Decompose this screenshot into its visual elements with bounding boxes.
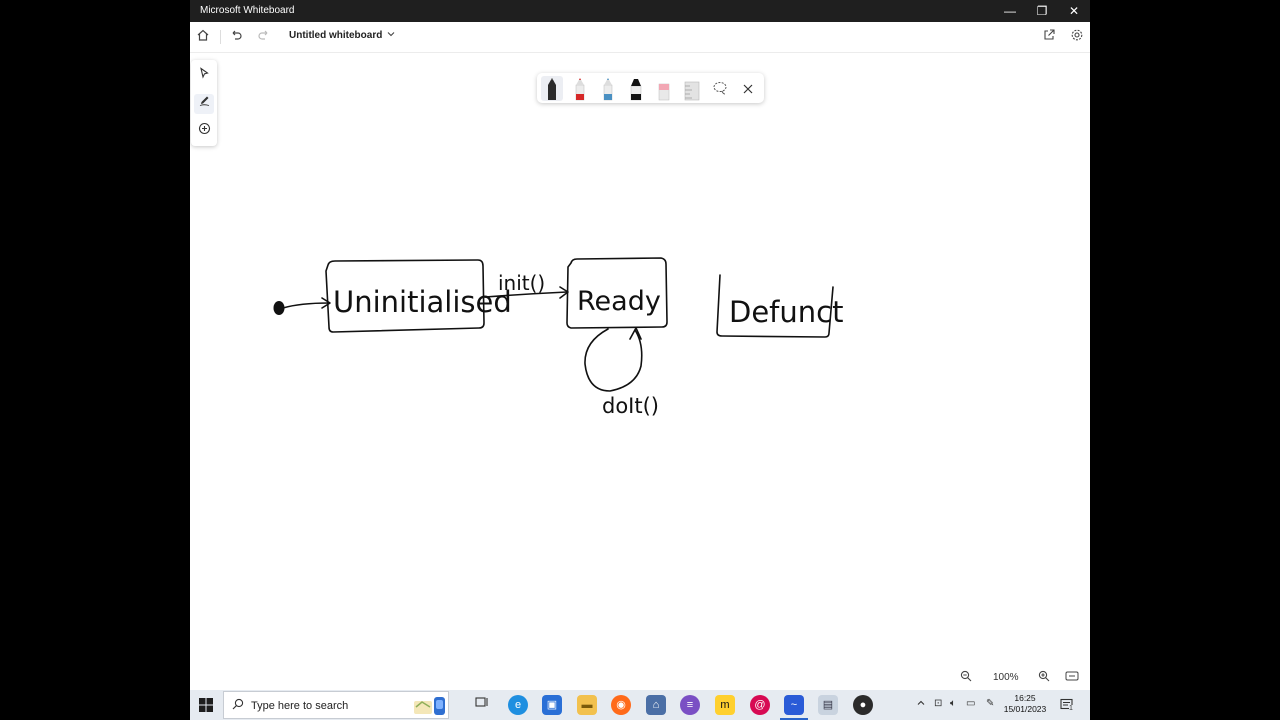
undo-icon[interactable] [227,28,245,46]
whiteboard-app-icon[interactable]: ~ [784,695,804,715]
firefox-icon[interactable]: ◉ [611,695,631,715]
pen-workspace-icon[interactable]: ✎ [986,698,994,709]
zoom-level[interactable]: 100% [993,672,1019,683]
redo-icon[interactable] [255,28,273,46]
connect-app-icon[interactable]: ⌂ [646,695,666,715]
network-icon[interactable]: ⊡ [934,698,942,709]
store-icon[interactable]: ▣ [542,695,562,715]
state-defunct[interactable]: Defunct [716,274,843,338]
whiteboard-canvas[interactable]: Uninitialised init() Ready doIt() Defunc… [190,52,1090,690]
state-label: Ready [577,286,661,317]
command-bar: Untitled whiteboard [190,22,1090,53]
transition-doit-self-loop[interactable]: doIt() [584,327,659,418]
miro-icon[interactable]: m [715,695,735,715]
chevron-down-icon[interactable] [386,29,396,42]
edge-browser-icon[interactable]: e [508,695,528,715]
fit-to-screen-icon[interactable] [1064,670,1080,686]
state-ready[interactable]: Ready [566,257,668,329]
title-bar: Microsoft Whiteboard — ❐ ✕ [190,0,1090,22]
initial-transition-arrow[interactable] [282,297,331,309]
obs-studio-icon[interactable]: ● [853,695,873,715]
task-view-icon[interactable] [472,695,492,715]
clock-time: 16:25 [1014,693,1036,703]
eclipse-icon[interactable]: ≡ [680,695,700,715]
state-label: Uninitialised [333,285,512,319]
window-title: Microsoft Whiteboard [200,5,295,16]
whiteboard-window: Microsoft Whiteboard — ❐ ✕ Untitled whit… [190,0,1090,720]
minimize-button[interactable]: — [994,0,1026,22]
share-icon[interactable] [1040,28,1058,46]
zoom-control: 100% [190,666,1090,690]
state-uninitialised[interactable]: Uninitialised [325,259,512,333]
notification-count-badge: 1 [1069,705,1073,712]
gear-icon[interactable] [1068,28,1086,46]
windows-start-icon[interactable] [198,697,214,713]
search-highlight-illustration [410,693,448,717]
volume-icon[interactable]: 🔈︎ [950,698,956,709]
transition-label: doIt() [602,394,659,418]
notification-center-icon[interactable]: 1 [1060,698,1074,715]
search-icon [232,698,244,713]
search-placeholder: Type here to search [251,700,349,712]
zoom-out-icon[interactable] [958,670,974,686]
system-clock[interactable]: 16:25 15/01/2023 [1002,693,1048,715]
taskbar: Type here to search e ▣ ▬ ◉ ⌂ ≡ m @ ~ ▤ … [190,690,1090,720]
zoom-in-icon[interactable] [1036,670,1052,686]
photos-icon[interactable]: ▤ [818,695,838,715]
transition-label: init() [498,271,545,295]
divider [220,30,221,44]
document-title[interactable]: Untitled whiteboard [289,30,382,41]
battery-icon[interactable]: ▭ [966,698,975,709]
transition-init[interactable]: init() [484,271,569,299]
state-label: Defunct [729,295,843,329]
debian-icon[interactable]: @ [750,695,770,715]
home-icon[interactable] [194,28,212,46]
taskbar-search-box[interactable]: Type here to search [223,691,449,719]
show-hidden-icons-icon[interactable] [916,698,926,711]
restore-button[interactable]: ❐ [1026,0,1058,22]
clock-date: 15/01/2023 [1003,704,1047,714]
close-window-button[interactable]: ✕ [1058,0,1090,22]
file-explorer-icon[interactable]: ▬ [577,695,597,715]
